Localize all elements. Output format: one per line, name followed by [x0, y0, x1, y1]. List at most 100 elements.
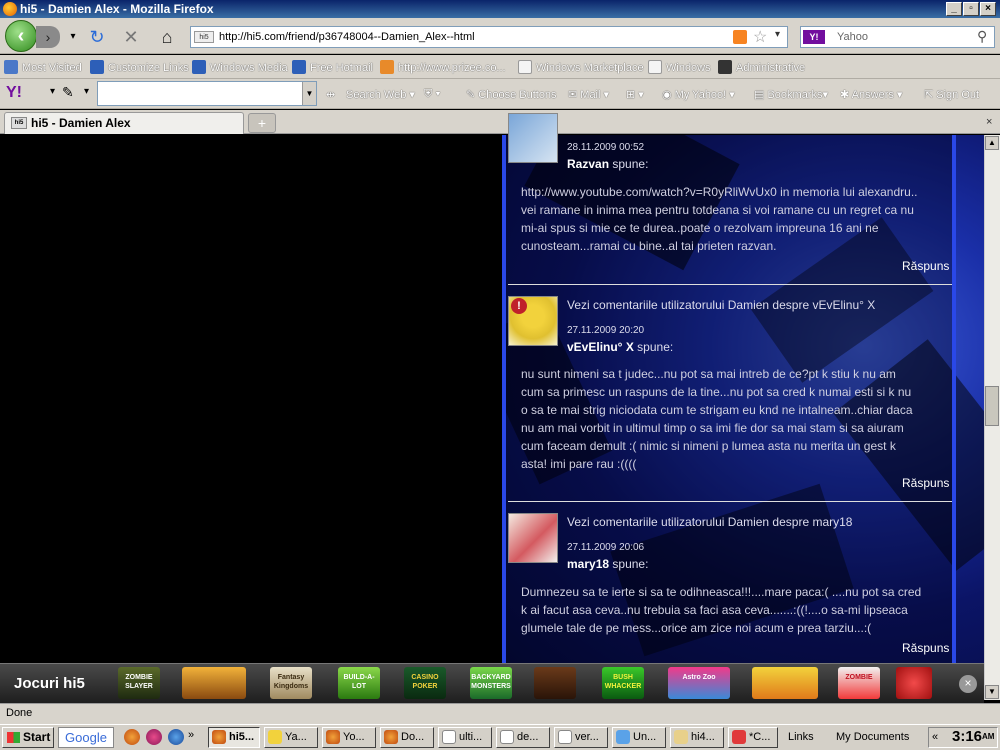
comment-date: 27.11.2009 20:06	[567, 542, 645, 553]
tray-expand-icon[interactable]: «	[932, 731, 938, 743]
taskbar-item[interactable]: ver...	[554, 727, 608, 748]
taskbar-item[interactable]: Do...	[380, 727, 434, 748]
plus-icon[interactable]: ⊞ ▾	[626, 88, 644, 101]
game-zombie[interactable]: ZOMBIE	[838, 667, 880, 699]
pencil-icon[interactable]: ✎	[62, 84, 74, 101]
clock: 3:16AM	[952, 728, 995, 745]
yahoo-answers[interactable]: ✱ Answers ▾	[840, 88, 902, 101]
new-tab-button[interactable]: +	[248, 113, 276, 133]
avatar[interactable]	[508, 113, 558, 163]
maximize-button[interactable]: ▫	[963, 2, 979, 16]
game-fantasy-kingdoms[interactable]: Fantasy Kingdoms	[270, 667, 312, 699]
yahoo-bookmarks[interactable]: ▤ Bookmarks▾	[754, 88, 828, 101]
status-bar	[0, 703, 1000, 724]
panel-right-border	[952, 135, 956, 663]
comment-body: Dumnezeu sa te ierte si sa te odihneasca…	[521, 585, 922, 635]
taskbar-item[interactable]: de...	[496, 727, 550, 748]
firefox-icon	[384, 730, 398, 744]
comment-body: http://www.youtube.com/watch?v=R0yRliWvU…	[521, 185, 918, 253]
tab-hi5-damien-alex[interactable]: hi5 hi5 - Damien Alex	[4, 112, 244, 134]
yahoo-mail[interactable]: ✉ Mail ▾	[568, 88, 609, 101]
close-icon[interactable]: ×	[959, 675, 977, 693]
game-astro-zoo[interactable]: Astro Zoo	[668, 667, 730, 699]
address-bar[interactable]: hi5 http://hi5.com/friend/p36748004--Dam…	[190, 26, 788, 48]
game-casino-poker[interactable]: CASINO POKER	[404, 667, 446, 699]
yahoo-search-input[interactable]: ▼	[97, 81, 317, 106]
close-tab-icon[interactable]: ×	[986, 116, 992, 128]
taskbar-item[interactable]: *C...	[728, 727, 778, 748]
taskbar-item[interactable]: Un...	[612, 727, 666, 748]
firefox-icon	[3, 2, 17, 16]
scroll-down-arrow-icon[interactable]: ▼	[985, 685, 999, 699]
yahoo-search-dropdown-icon[interactable]: ▼	[302, 82, 316, 105]
shield-icon[interactable]: ⛨ ▾	[424, 88, 441, 101]
view-comments-link[interactable]: Vezi comentariile utilizatorului Damien …	[567, 298, 875, 312]
bookmark-prizee[interactable]: http://www.prizee.co...	[380, 60, 506, 74]
taskbar-item[interactable]: hi5...	[208, 727, 260, 748]
taskbar-item[interactable]: Ya...	[264, 727, 318, 748]
comment-author[interactable]: vEvElinu° X spune:	[567, 340, 673, 354]
firefox-icon[interactable]	[124, 729, 140, 745]
reload-icon[interactable]: ↻	[86, 26, 108, 48]
stop-icon[interactable]: ✕	[120, 26, 142, 48]
search-icon[interactable]: ⚲	[977, 28, 987, 45]
start-button[interactable]: Start	[2, 727, 54, 748]
yahoo-sign-out[interactable]: ⇱ Sign Out	[924, 88, 979, 101]
taskbar-item[interactable]: Yo...	[322, 727, 376, 748]
scrollbar-thumb[interactable]	[985, 386, 999, 426]
bookmark-customize-links[interactable]: Customize Links	[90, 60, 189, 74]
reply-link[interactable]: Răspuns	[902, 641, 949, 655]
quicklaunch-icon[interactable]	[146, 729, 162, 745]
firefox-icon	[212, 730, 226, 744]
bookmark-windows[interactable]: Windows	[648, 60, 711, 74]
reply-link[interactable]: Răspuns	[902, 476, 949, 490]
history-dropdown-icon[interactable]: ▾	[62, 26, 84, 48]
yahoo-logo-icon[interactable]: Y!	[6, 84, 36, 104]
taskbar-item[interactable]: ulti...	[438, 727, 492, 748]
search-box[interactable]: Y! Yahoo ⚲	[800, 26, 995, 48]
url-text[interactable]: http://hi5.com/friend/p36748004--Damien_…	[219, 31, 475, 43]
avatar[interactable]	[508, 513, 558, 563]
taskbar-item[interactable]: hi4...	[670, 727, 724, 748]
search-placeholder[interactable]: Yahoo	[837, 31, 868, 43]
quicklaunch-overflow-icon[interactable]: »	[188, 729, 194, 741]
google-search-box[interactable]: Google	[58, 727, 114, 748]
back-button[interactable]: ‹	[5, 20, 37, 52]
game-icon[interactable]	[182, 667, 246, 699]
yahoo-menu-dropdown-icon[interactable]: ▾	[50, 86, 55, 97]
bookmark-most-visited[interactable]: Most Visited	[4, 60, 82, 74]
bookmark-star-icon[interactable]: ☆	[753, 27, 767, 47]
scroll-up-arrow-icon[interactable]: ▲	[985, 136, 999, 150]
game-backyard-monsters[interactable]: BACKYARD MONSTERS	[470, 667, 512, 699]
forward-button[interactable]: ›	[36, 26, 60, 48]
game-heart-icon[interactable]	[896, 667, 932, 699]
pencil-dropdown-icon[interactable]: ▾	[84, 86, 89, 97]
close-window-button[interactable]: ×	[980, 2, 996, 16]
home-icon[interactable]: ⌂	[156, 26, 178, 48]
answers-icon: ✱	[840, 89, 852, 101]
comment-author[interactable]: Razvan spune:	[567, 157, 648, 171]
yahoo-my-yahoo[interactable]: ◉ My Yahoo! ▾	[662, 88, 735, 101]
bookmark-free-hotmail[interactable]: Free Hotmail	[292, 60, 373, 74]
resize-handle-icon[interactable]: ⇹	[326, 88, 335, 101]
bookmark-administrative[interactable]: Administrative	[718, 60, 805, 74]
game-zombie-slayer[interactable]: ZOMBIE SLAYER	[118, 667, 160, 699]
ie-icon[interactable]	[168, 729, 184, 745]
game-build-a-lot[interactable]: BUILD-A-LOT	[338, 667, 380, 699]
game-icon[interactable]	[534, 667, 576, 699]
yahoo-search-engine-icon[interactable]: Y!	[803, 30, 825, 44]
reply-link[interactable]: Răspuns	[902, 259, 949, 273]
rss-feed-icon[interactable]	[733, 30, 747, 44]
game-bush-whacker[interactable]: BUSH WHACKER	[602, 667, 644, 699]
url-dropdown-icon[interactable]: ▾	[775, 29, 780, 40]
bookmark-windows-media[interactable]: Windows Media	[192, 60, 288, 74]
yahoo-choose-buttons[interactable]: ✎ Choose Buttons	[466, 88, 557, 101]
minimize-button[interactable]: _	[946, 2, 962, 16]
view-comments-link[interactable]: Vezi comentariile utilizatorului Damien …	[567, 515, 852, 529]
yahoo-search-web[interactable]: Search Web ▾	[346, 88, 415, 101]
my-documents-toolbar[interactable]: My Documents	[836, 731, 909, 743]
game-icon[interactable]	[752, 667, 818, 699]
comment-author[interactable]: mary18 spune:	[567, 557, 648, 571]
bookmark-windows-marketplace[interactable]: Windows Marketplace	[518, 60, 644, 74]
links-toolbar[interactable]: Links	[788, 731, 814, 743]
